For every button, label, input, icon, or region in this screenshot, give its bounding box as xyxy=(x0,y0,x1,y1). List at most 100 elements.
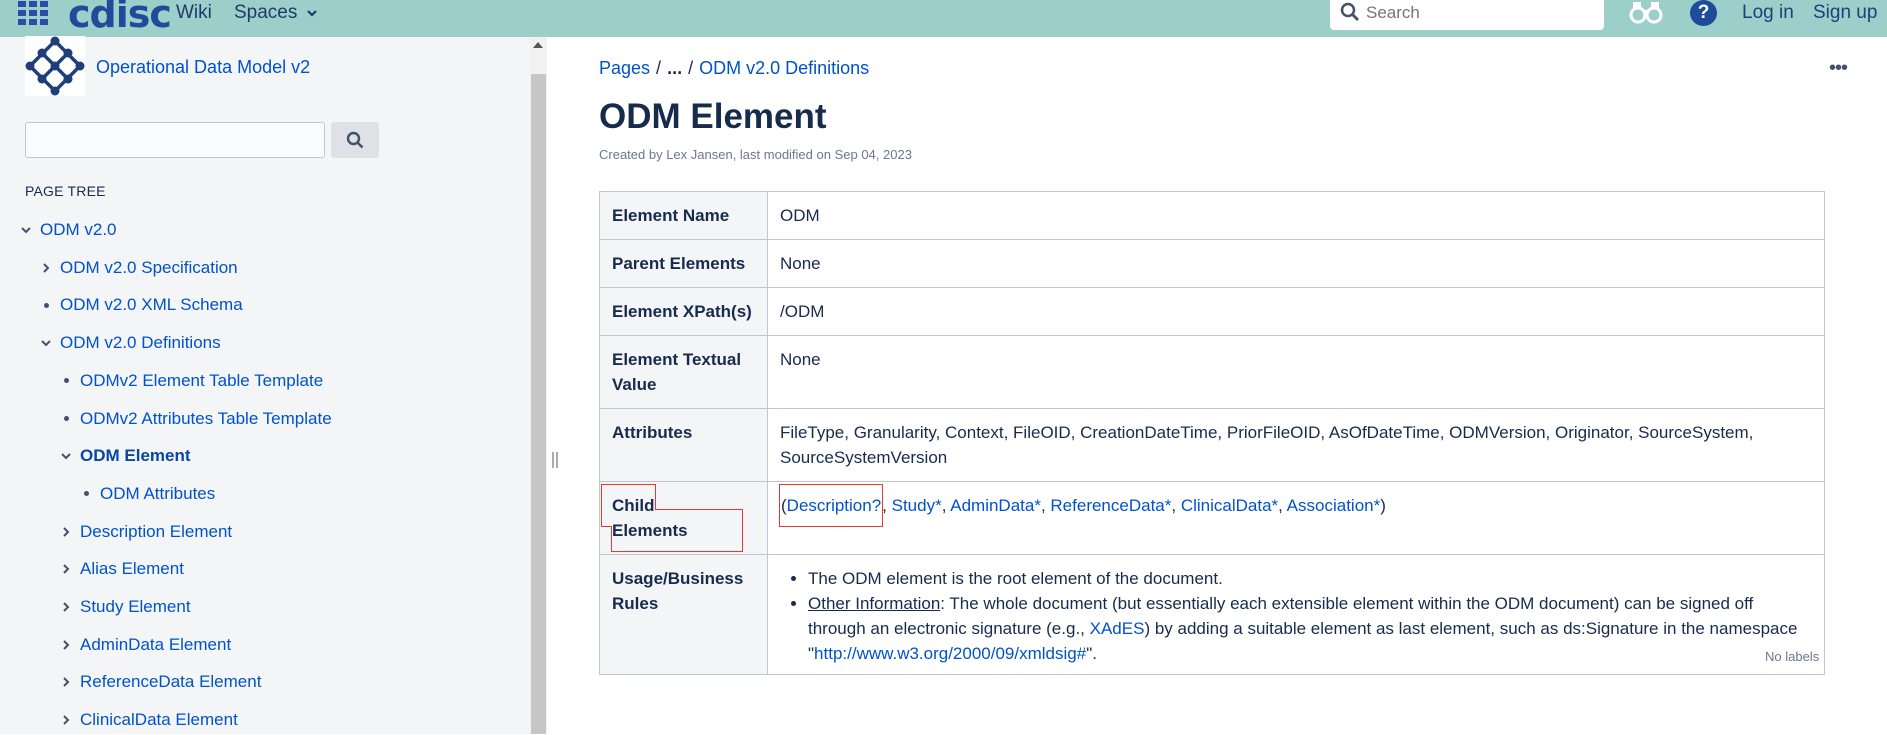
row-label: Child Elements xyxy=(599,481,768,555)
chevron-right-icon[interactable] xyxy=(60,714,72,726)
search-icon xyxy=(346,131,364,149)
tree-item-label: AdminData Element xyxy=(80,634,232,654)
global-search-box[interactable] xyxy=(1330,0,1604,30)
separator: , xyxy=(1171,496,1181,515)
tree-item[interactable]: ODM v2.0 xyxy=(20,215,117,245)
chevron-down-icon[interactable] xyxy=(60,450,72,462)
tree-item-label: ReferenceData Element xyxy=(80,672,262,692)
tree-item-label: ODMv2 Element Table Template xyxy=(80,370,324,390)
separator: , xyxy=(1278,496,1287,515)
row-value: FileType, Granularity, Context, FileOID,… xyxy=(767,408,1825,482)
sidebar-scrollbar-thumb[interactable] xyxy=(531,74,546,734)
chevron-right-icon[interactable] xyxy=(60,563,72,575)
tree-item-label: Alias Element xyxy=(80,559,184,579)
top-navigation-bar: cdisc Wiki Spaces ? Log in Sign up xyxy=(0,0,1887,37)
breadcrumb-pages[interactable]: Pages xyxy=(599,58,650,78)
nav-wiki[interactable]: Wiki xyxy=(176,2,212,24)
child-element-link[interactable]: Association* xyxy=(1287,496,1381,515)
tree-item[interactable]: ODM Element xyxy=(60,441,191,471)
breadcrumb-separator: / xyxy=(656,58,662,78)
breadcrumb-ellipsis[interactable]: ... xyxy=(667,58,682,78)
signup-link[interactable]: Sign up xyxy=(1813,2,1877,24)
login-link[interactable]: Log in xyxy=(1742,2,1794,24)
chevron-right-icon[interactable] xyxy=(60,601,72,613)
row-label: Attributes xyxy=(599,408,768,482)
chevron-right-icon[interactable] xyxy=(60,639,72,651)
list-item: The ODM element is the root element of t… xyxy=(808,566,1812,591)
tree-item[interactable]: Alias Element xyxy=(60,554,184,584)
row-value: /ODM xyxy=(767,287,1825,336)
tree-item[interactable]: ClinicalData Element xyxy=(60,705,238,735)
sidebar-search-button[interactable] xyxy=(331,122,379,158)
bullet-icon[interactable] xyxy=(60,413,72,425)
space-title-link[interactable]: Operational Data Model v2 xyxy=(96,57,310,78)
row-value: ODM xyxy=(767,191,1825,240)
chevron-right-icon[interactable] xyxy=(60,526,72,538)
app-switcher-icon[interactable] xyxy=(18,0,52,28)
tree-item-label: ODMv2 Attributes Table Template xyxy=(80,408,332,428)
row-label: Element Textual Value xyxy=(599,335,768,409)
row-value: (Description?, Study*, AdminData*, Refer… xyxy=(767,481,1825,555)
breadcrumb: Pages /... / ODM v2.0 Definitions xyxy=(599,58,869,79)
separator: , xyxy=(882,496,892,515)
separator: , xyxy=(1040,496,1051,515)
child-elements-list: (Description?, Study*, AdminData*, Refer… xyxy=(778,482,1812,529)
nav-spaces[interactable]: Spaces xyxy=(234,2,318,24)
child-element-link[interactable]: ReferenceData* xyxy=(1050,496,1171,515)
child-element-link[interactable]: Description? xyxy=(787,496,882,515)
binoculars-icon[interactable] xyxy=(1629,0,1663,26)
chevron-right-icon[interactable] xyxy=(60,676,72,688)
child-elements-label: Child Elements xyxy=(601,484,743,552)
chevron-right-icon[interactable] xyxy=(40,262,52,274)
chevron-down-icon[interactable] xyxy=(20,224,32,236)
row-label: Usage/Business Rules xyxy=(599,554,768,675)
tree-item[interactable]: ODMv2 Element Table Template xyxy=(60,366,323,396)
tree-item[interactable]: ODMv2 Attributes Table Template xyxy=(60,404,332,434)
page-tree-heading: PAGE TREE xyxy=(25,183,106,199)
tree-item[interactable]: AdminData Element xyxy=(60,630,231,660)
tree-item-label: Description Element xyxy=(80,521,233,541)
more-actions-icon[interactable]: ••• xyxy=(1829,57,1848,80)
bullet-icon[interactable] xyxy=(40,299,52,311)
usage-rules-list: The ODM element is the root element of t… xyxy=(780,566,1812,666)
space-logo-icon xyxy=(25,36,85,96)
paren-close: ) xyxy=(1380,496,1386,515)
row-value: None xyxy=(767,335,1825,409)
tree-item[interactable]: ReferenceData Element xyxy=(60,667,261,697)
global-search-input[interactable] xyxy=(1366,1,1586,25)
tree-item[interactable]: ODM v2.0 Definitions xyxy=(40,328,221,358)
bullet-icon[interactable] xyxy=(60,375,72,387)
breadcrumb-odm-definitions[interactable]: ODM v2.0 Definitions xyxy=(699,58,869,78)
separator: , xyxy=(941,496,951,515)
row-label: Parent Elements xyxy=(599,239,768,288)
row-label: Element Name xyxy=(599,191,768,240)
xmldsig-namespace-link[interactable]: http://www.w3.org/2000/09/xmldsig# xyxy=(814,644,1086,663)
page-title: ODM Element xyxy=(599,97,827,136)
other-information-term: Other Information xyxy=(808,594,941,613)
tree-item[interactable]: ODM v2.0 XML Schema xyxy=(40,290,243,320)
bullet-icon[interactable] xyxy=(80,488,92,500)
chevron-down-icon xyxy=(306,10,317,17)
tree-item-label: ODM v2.0 XML Schema xyxy=(60,295,243,315)
child-element-link[interactable]: Study* xyxy=(892,496,942,515)
row-label: Element XPath(s) xyxy=(599,287,768,336)
site-logo[interactable]: cdisc xyxy=(68,0,172,36)
help-icon[interactable]: ? xyxy=(1690,0,1717,26)
child-element-link[interactable]: AdminData* xyxy=(950,496,1041,515)
tree-item[interactable]: Description Element xyxy=(60,517,232,547)
tree-item[interactable]: Study Element xyxy=(60,592,191,622)
tree-item[interactable]: ODM v2.0 Specification xyxy=(40,253,238,283)
table-row: Element XPath(s) /ODM xyxy=(599,287,1825,336)
tree-item-label: ClinicalData Element xyxy=(80,710,238,730)
tree-item[interactable]: ODM Attributes xyxy=(80,479,215,509)
space-logo[interactable] xyxy=(25,36,85,96)
tree-item-label: ODM v2.0 Specification xyxy=(60,257,238,277)
chevron-down-icon[interactable] xyxy=(40,337,52,349)
sidebar-resize-handle[interactable] xyxy=(552,452,558,468)
rule-text: ". xyxy=(1086,644,1097,663)
xades-link[interactable]: XAdES xyxy=(1090,619,1145,638)
sidebar-search-input[interactable] xyxy=(25,122,325,158)
scroll-up-arrow-icon[interactable] xyxy=(533,42,543,48)
highlighted-description-box: (Description? xyxy=(778,484,884,527)
child-element-link[interactable]: ClinicalData* xyxy=(1181,496,1278,515)
